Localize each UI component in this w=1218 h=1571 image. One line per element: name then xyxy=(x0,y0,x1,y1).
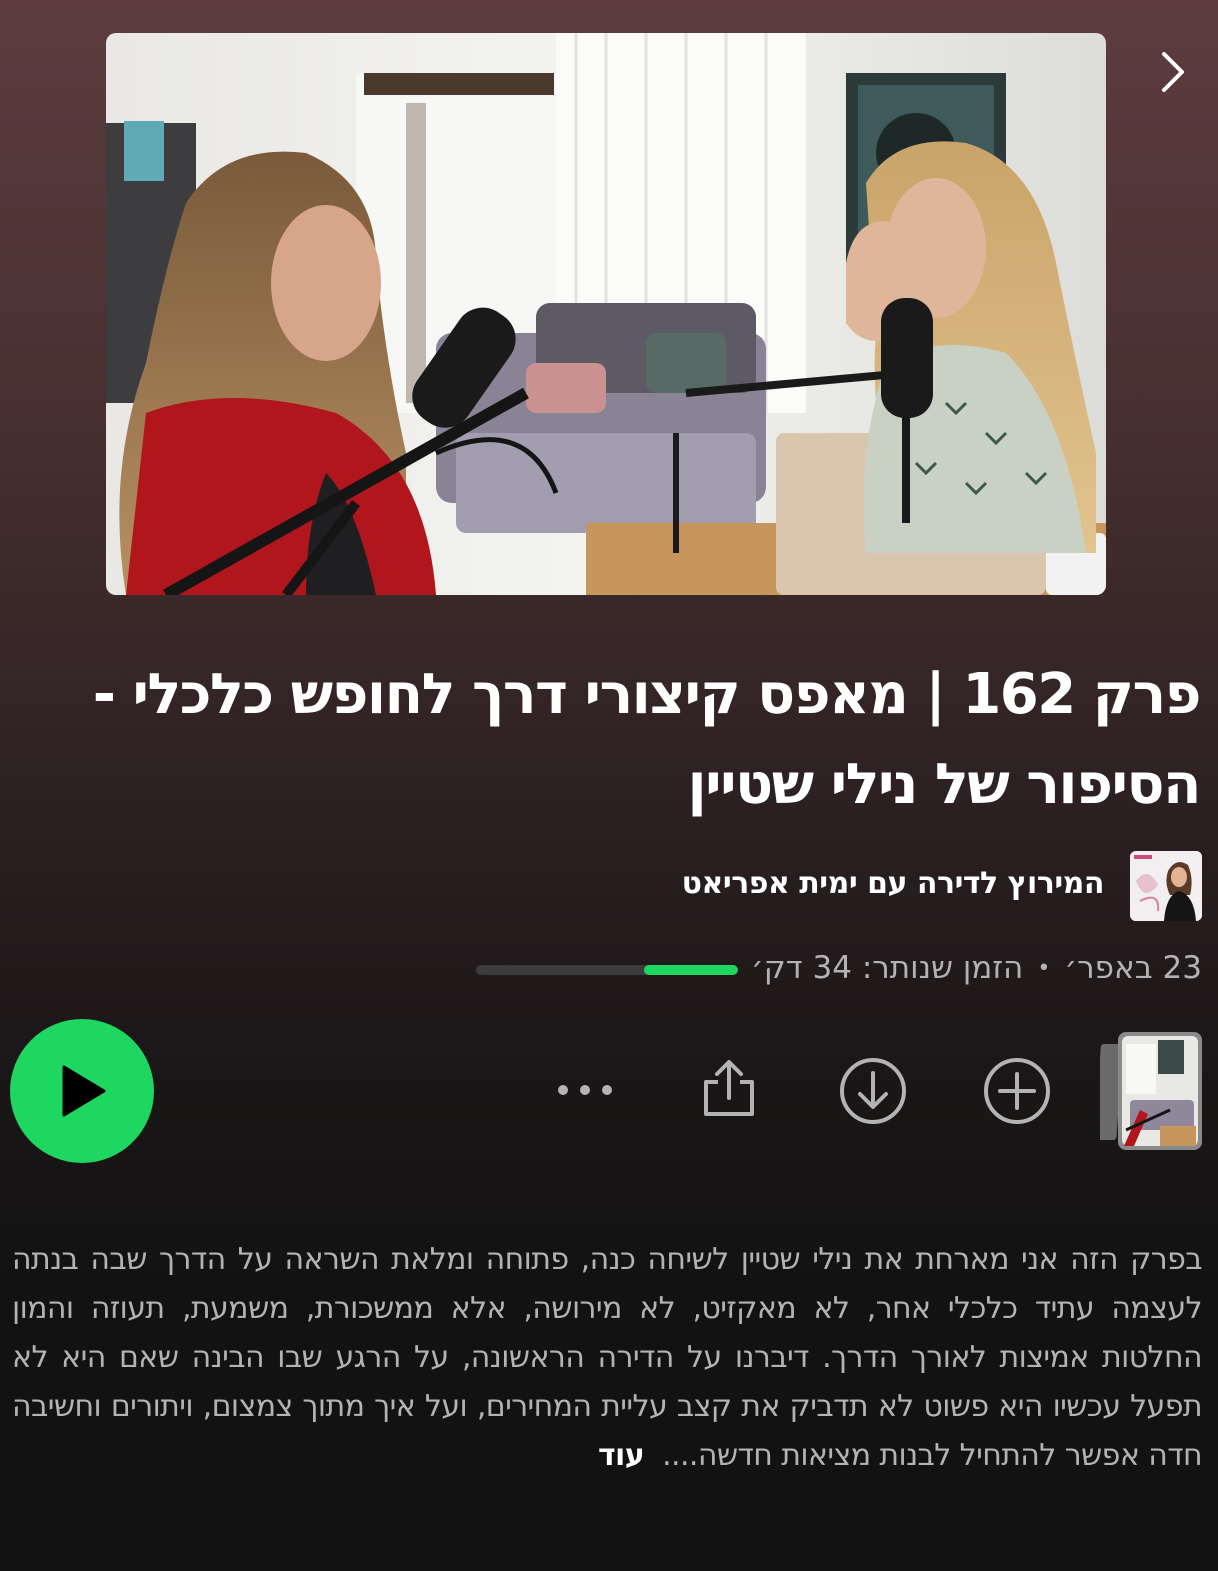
episode-meta: 23 באפר׳ • הזמן שנותר: 34 דק׳ xyxy=(751,950,1202,986)
episode-cover-image xyxy=(106,33,1106,595)
play-button[interactable] xyxy=(10,1019,154,1163)
chevron-right-icon[interactable] xyxy=(1148,48,1196,96)
playback-progress-bar xyxy=(476,965,738,975)
episode-thumbnail-stack[interactable] xyxy=(1100,1030,1204,1152)
playback-progress-fill xyxy=(643,965,738,975)
episode-description: בפרק הזה אני מארחת את נילי שטיין לשיחה כ… xyxy=(12,1235,1203,1480)
download-icon[interactable] xyxy=(838,1056,908,1126)
play-icon xyxy=(62,1065,106,1117)
show-name-link[interactable]: המירוץ לדירה עם ימית אפריאט xyxy=(682,866,1105,901)
more-options-icon[interactable] xyxy=(555,1072,615,1108)
meta-separator: • xyxy=(1037,955,1051,981)
time-remaining: הזמן שנותר: 34 דק׳ xyxy=(750,950,1024,986)
add-icon[interactable] xyxy=(982,1056,1052,1126)
share-icon[interactable] xyxy=(702,1058,756,1118)
episode-title: פרק 162 | מאפס קיצורי דרך לחופש כלכלי - … xyxy=(92,662,1202,817)
episode-date: 23 באפר׳ xyxy=(1064,950,1202,986)
show-more-link[interactable]: עוד xyxy=(598,1438,645,1473)
show-artwork[interactable] xyxy=(1130,851,1202,921)
